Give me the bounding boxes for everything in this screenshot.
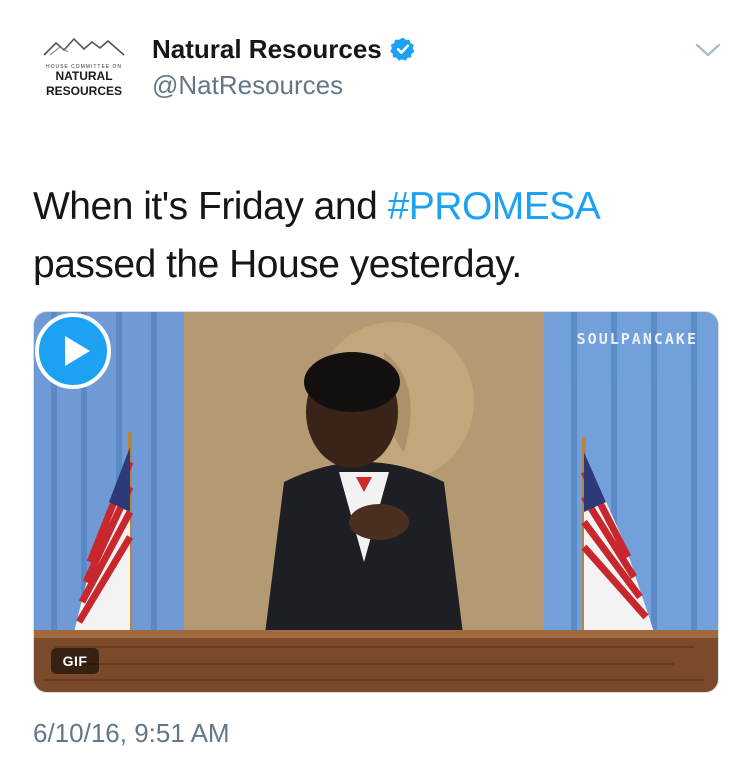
avatar[interactable]: HOUSE COMMITTEE ON NATURAL RESOURCES xyxy=(34,33,134,103)
chevron-down-icon[interactable] xyxy=(693,40,723,60)
tweet-text-part-2: passed the House yesterday. xyxy=(33,243,522,286)
tweet-card: HOUSE COMMITTEE ON NATURAL RESOURCES Nat… xyxy=(0,0,750,777)
gif-badge: GIF xyxy=(51,648,99,674)
tweet-text: When it's Friday and #PROMESA passed the… xyxy=(33,178,713,294)
avatar-line-2: RESOURCES xyxy=(45,84,122,98)
play-icon[interactable] xyxy=(34,312,112,390)
name-row: Natural Resources xyxy=(152,31,416,67)
tweet-text-part-1: When it's Friday and xyxy=(33,185,388,228)
hashtag-link[interactable]: #PROMESA xyxy=(388,185,601,228)
gif-media[interactable]: SOULPANCAKE GIF xyxy=(33,311,719,693)
timestamp[interactable]: 6/10/16, 9:51 AM xyxy=(33,718,230,749)
gif-frame-illustration xyxy=(34,312,718,692)
avatar-logo-text: NATURAL RESOURCES xyxy=(34,69,134,99)
avatar-line-1: NATURAL xyxy=(55,69,113,83)
display-name[interactable]: Natural Resources xyxy=(152,34,382,65)
handle[interactable]: @NatResources xyxy=(152,70,343,101)
verified-badge-icon xyxy=(389,37,415,61)
mountain-logo-icon xyxy=(43,37,125,56)
watermark-text: SOULPANCAKE xyxy=(576,330,698,348)
